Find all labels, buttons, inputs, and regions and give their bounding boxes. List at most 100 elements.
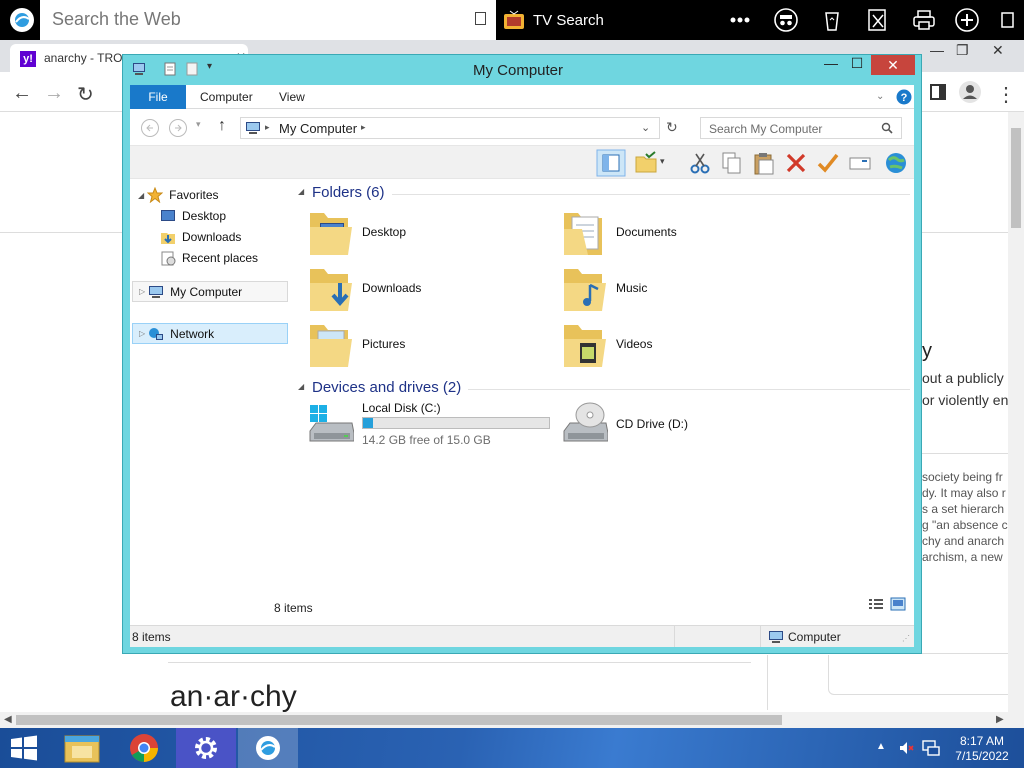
checkmark-icon[interactable] bbox=[816, 151, 840, 175]
nav-item-downloads[interactable]: Downloads bbox=[160, 227, 241, 247]
folder-label: Pictures bbox=[362, 337, 406, 351]
snippet-line: archism, a new bbox=[922, 550, 1003, 564]
expand-arrow-icon[interactable]: ▷ bbox=[139, 329, 145, 338]
recent-locations-icon[interactable]: ▾ bbox=[196, 119, 201, 130]
scroll-left-icon[interactable]: ◀ bbox=[4, 714, 12, 725]
expand-arrow-icon[interactable]: ▷ bbox=[139, 287, 145, 296]
refresh-icon[interactable]: ↻ bbox=[666, 119, 678, 136]
profile-avatar-icon[interactable] bbox=[958, 80, 982, 104]
rename-icon[interactable] bbox=[848, 151, 872, 175]
taskbar-settings[interactable] bbox=[176, 728, 236, 768]
windows-logo-icon bbox=[11, 735, 37, 761]
close-button[interactable]: ✕ bbox=[871, 55, 915, 75]
reload-icon[interactable]: ↻ bbox=[77, 82, 94, 107]
vertical-scrollbar[interactable] bbox=[1008, 112, 1024, 712]
local-disk-icon bbox=[309, 405, 354, 442]
downloads-icon bbox=[161, 233, 175, 244]
folder-videos[interactable]: Videos bbox=[562, 321, 762, 371]
volume-muted-icon[interactable] bbox=[898, 740, 914, 756]
browser-minimize-icon[interactable]: — bbox=[930, 42, 944, 58]
nav-network[interactable]: ▷ Network bbox=[132, 323, 288, 344]
search-toolbar: Search the Web TV Search bbox=[0, 0, 1024, 40]
details-view-icon[interactable] bbox=[868, 597, 884, 611]
more-icon[interactable] bbox=[728, 8, 752, 32]
paste-icon[interactable] bbox=[752, 151, 776, 175]
collapse-arrow-icon[interactable]: ◢ bbox=[298, 382, 304, 391]
print-icon[interactable] bbox=[912, 8, 936, 32]
network-status-icon[interactable] bbox=[922, 739, 940, 757]
folder-pictures[interactable]: Pictures bbox=[308, 321, 508, 371]
nav-item-desktop[interactable]: Desktop bbox=[160, 206, 226, 226]
snippet-line: dy. It may also r bbox=[922, 486, 1006, 500]
scissors-page-icon[interactable] bbox=[866, 8, 890, 32]
copy-icon[interactable] bbox=[720, 151, 744, 175]
folder-label: Downloads bbox=[362, 281, 422, 295]
back-arrow-icon[interactable]: ← bbox=[12, 82, 32, 105]
web-search-input[interactable]: Search the Web bbox=[40, 0, 496, 40]
scroll-right-icon[interactable]: ▶ bbox=[996, 714, 1004, 725]
folder-documents[interactable]: Documents bbox=[562, 209, 762, 259]
nav-my-computer[interactable]: ▷ My Computer bbox=[132, 281, 288, 302]
collapse-arrow-icon[interactable]: ◢ bbox=[298, 187, 304, 196]
horizontal-scrollbar[interactable]: ◀ ▶ bbox=[0, 712, 1024, 728]
forward-arrow-icon[interactable]: → bbox=[44, 82, 64, 105]
scroll-thumb[interactable] bbox=[16, 715, 782, 725]
large-icons-view-icon[interactable] bbox=[890, 597, 906, 611]
minimize-button[interactable]: — bbox=[817, 55, 845, 75]
folder-music[interactable]: Music bbox=[562, 265, 762, 315]
preview-pane-icon[interactable] bbox=[596, 149, 626, 177]
folder-options-icon[interactable] bbox=[634, 151, 658, 175]
snippet-line: g "an absence c bbox=[922, 518, 1008, 532]
delete-icon[interactable] bbox=[784, 151, 808, 175]
disk-usage-bar bbox=[362, 417, 550, 429]
sidebar-toggle-icon[interactable] bbox=[930, 80, 946, 100]
search-input[interactable]: Search My Computer bbox=[700, 117, 902, 139]
tv-search-button[interactable]: TV Search bbox=[503, 8, 604, 32]
folder-desktop[interactable]: Desktop bbox=[308, 209, 508, 259]
window-square-icon[interactable] bbox=[996, 8, 1020, 32]
system-clock[interactable]: 8:17 AM 7/15/2022 bbox=[952, 734, 1012, 764]
expand-arrow-icon[interactable]: ◢ bbox=[138, 191, 144, 200]
drives-group-header[interactable]: Devices and drives (2) bbox=[312, 379, 461, 396]
maximize-button[interactable]: ☐ bbox=[843, 55, 871, 75]
address-bar[interactable]: ▸ My Computer ▸ ⌄ bbox=[240, 117, 660, 139]
forward-button-icon[interactable] bbox=[168, 118, 188, 138]
tab-file[interactable]: File bbox=[130, 85, 186, 109]
toolbar-logo-icon[interactable] bbox=[8, 6, 36, 34]
nav-label: Downloads bbox=[182, 230, 242, 244]
scroll-thumb[interactable] bbox=[1011, 128, 1021, 228]
nav-favorites[interactable]: ◢ Favorites bbox=[138, 185, 219, 205]
back-button-icon[interactable] bbox=[140, 118, 160, 138]
address-dropdown-icon[interactable]: ⌄ bbox=[641, 121, 650, 134]
resize-grip-icon[interactable]: ⋰ bbox=[902, 634, 910, 643]
documents-folder-icon bbox=[564, 213, 602, 255]
status-location: Computer bbox=[788, 630, 841, 644]
show-hidden-icons[interactable]: ▲ bbox=[876, 741, 886, 752]
add-icon[interactable] bbox=[955, 8, 979, 32]
browser-menu-icon[interactable]: ⋮ bbox=[996, 82, 1016, 107]
nav-item-recent-places[interactable]: Recent places bbox=[160, 248, 258, 268]
up-arrow-icon[interactable]: ↑ bbox=[218, 117, 226, 135]
taskbar-chrome[interactable] bbox=[114, 728, 174, 768]
title-bar[interactable]: ▾ My Computer — ☐ ✕ bbox=[123, 55, 921, 85]
help-icon[interactable]: ? bbox=[896, 89, 912, 105]
globe-icon[interactable] bbox=[884, 151, 908, 175]
browser-restore-icon[interactable]: ❐ bbox=[956, 42, 969, 59]
drive-local-disk[interactable]: Local Disk (C:) 14.2 GB free of 15.0 GB bbox=[308, 401, 558, 451]
folder-options-dropdown-icon[interactable]: ▾ bbox=[660, 156, 665, 167]
taskbar-browser[interactable] bbox=[238, 728, 298, 768]
tab-view[interactable]: View bbox=[279, 85, 305, 109]
incognito-icon[interactable] bbox=[774, 8, 798, 32]
recycle-icon[interactable] bbox=[820, 8, 844, 32]
breadcrumb-chevron-icon[interactable]: ▸ bbox=[361, 122, 366, 133]
taskbar-file-explorer[interactable] bbox=[52, 728, 112, 768]
ribbon-expand-icon[interactable]: ⌄ bbox=[876, 85, 884, 109]
cut-icon[interactable] bbox=[688, 151, 712, 175]
drive-cd[interactable]: CD Drive (D:) bbox=[562, 401, 762, 451]
browser-close-icon[interactable]: ✕ bbox=[992, 42, 1004, 59]
folder-downloads[interactable]: Downloads bbox=[308, 265, 508, 315]
start-button[interactable] bbox=[0, 728, 48, 768]
tab-computer[interactable]: Computer bbox=[200, 85, 253, 109]
breadcrumb-chevron-icon[interactable]: ▸ bbox=[265, 122, 270, 133]
folders-group-header[interactable]: Folders (6) bbox=[312, 184, 385, 201]
